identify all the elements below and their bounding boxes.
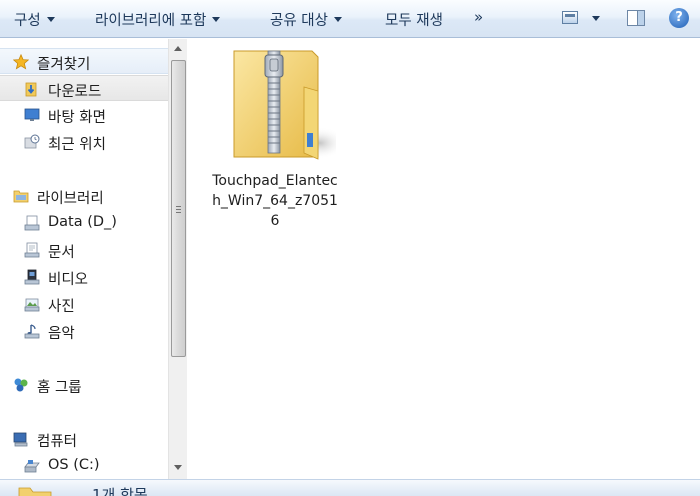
nav-music[interactable]: 음악 xyxy=(0,318,168,344)
preview-pane-icon[interactable] xyxy=(627,10,645,26)
nav-recent-places[interactable]: 최근 위치 xyxy=(0,129,168,155)
file-name-label: Touchpad_Elantech_Win7_64_z70516 xyxy=(212,173,338,229)
nav-favorites-label: 즐겨찾기 xyxy=(37,57,91,73)
share-with-label: 공유 대상 xyxy=(270,13,328,29)
recent-places-icon xyxy=(24,134,40,149)
command-bar: 구성 라이브러리에 포함 공유 대상 모두 재생 » ? xyxy=(0,0,700,38)
nav-desktop-label: 바탕 화면 xyxy=(48,110,106,126)
play-all-label: 모두 재생 xyxy=(385,13,443,29)
nav-computer-label: 컴퓨터 xyxy=(37,434,78,450)
organize-button[interactable]: 구성 xyxy=(14,9,55,29)
nav-videos[interactable]: 비디오 xyxy=(0,264,168,290)
change-view-icon[interactable] xyxy=(562,11,578,24)
nav-pictures-label: 사진 xyxy=(48,299,75,315)
navigation-pane: 즐겨찾기 다운로드 바탕 화면 최근 위치 라이브러리 Data (D_) 문서… xyxy=(0,39,168,479)
folder-icon xyxy=(18,487,52,496)
nav-downloads-label: 다운로드 xyxy=(48,84,102,100)
scroll-down-arrow-icon[interactable] xyxy=(174,465,182,470)
computer-icon xyxy=(13,432,28,447)
include-in-library-button[interactable]: 라이브러리에 포함 xyxy=(95,9,221,29)
nav-os-drive-label: OS (C:) xyxy=(48,457,100,473)
nav-documents[interactable]: 문서 xyxy=(0,237,168,263)
organize-label: 구성 xyxy=(14,13,41,29)
nav-os-drive[interactable]: OS (C:) xyxy=(0,453,168,479)
nav-music-label: 음악 xyxy=(48,326,75,342)
scrollbar-thumb[interactable] xyxy=(171,60,186,357)
nav-videos-label: 비디오 xyxy=(48,272,89,288)
chevron-down-icon xyxy=(46,17,55,22)
desktop-icon xyxy=(24,108,40,121)
nav-libraries-label: 라이브러리 xyxy=(37,191,104,207)
nav-recent-places-label: 최근 위치 xyxy=(48,137,106,153)
os-drive-icon xyxy=(24,460,40,473)
nav-documents-label: 문서 xyxy=(48,245,75,261)
share-with-button[interactable]: 공유 대상 xyxy=(270,9,342,29)
scroll-up-arrow-icon[interactable] xyxy=(174,46,182,51)
chevron-down-icon xyxy=(212,17,221,22)
nav-homegroup-label: 홈 그룹 xyxy=(37,380,82,396)
drive-document-icon xyxy=(24,215,40,231)
nav-scrollbar[interactable] xyxy=(168,39,187,479)
homegroup-icon xyxy=(14,378,28,392)
documents-icon xyxy=(24,242,40,258)
item-count-label: 1개 항목 xyxy=(92,486,148,496)
nav-desktop[interactable]: 바탕 화면 xyxy=(0,102,168,128)
file-list: Touchpad_Elantech_Win7_64_z70516 xyxy=(188,39,700,479)
file-item[interactable]: Touchpad_Elantech_Win7_64_z70516 xyxy=(208,43,342,233)
more-commands-button[interactable]: » xyxy=(474,8,483,26)
libraries-folder-icon xyxy=(13,190,29,203)
play-all-button[interactable]: 모두 재생 xyxy=(385,9,443,29)
zip-folder-icon xyxy=(233,50,336,160)
videos-icon xyxy=(24,269,40,285)
nav-data-drive[interactable]: Data (D_) xyxy=(0,210,168,236)
music-icon xyxy=(24,324,40,339)
chevron-down-icon xyxy=(333,17,342,22)
nav-downloads[interactable]: 다운로드 xyxy=(0,75,168,101)
nav-computer[interactable]: 컴퓨터 xyxy=(0,426,168,452)
view-options-chevron-icon[interactable] xyxy=(592,16,600,21)
nav-libraries[interactable]: 라이브러리 xyxy=(0,183,168,209)
pictures-icon xyxy=(24,298,40,312)
details-pane: 1개 항목 xyxy=(0,479,700,496)
help-icon[interactable]: ? xyxy=(669,8,689,28)
downloads-folder-icon xyxy=(25,82,37,97)
nav-homegroup[interactable]: 홈 그룹 xyxy=(0,372,168,398)
star-icon xyxy=(13,54,29,70)
grip-icon xyxy=(176,206,181,213)
nav-pictures[interactable]: 사진 xyxy=(0,291,168,317)
include-library-label: 라이브러리에 포함 xyxy=(95,13,207,29)
nav-data-drive-label: Data (D_) xyxy=(48,214,117,230)
nav-favorites[interactable]: 즐겨찾기 xyxy=(0,48,168,74)
